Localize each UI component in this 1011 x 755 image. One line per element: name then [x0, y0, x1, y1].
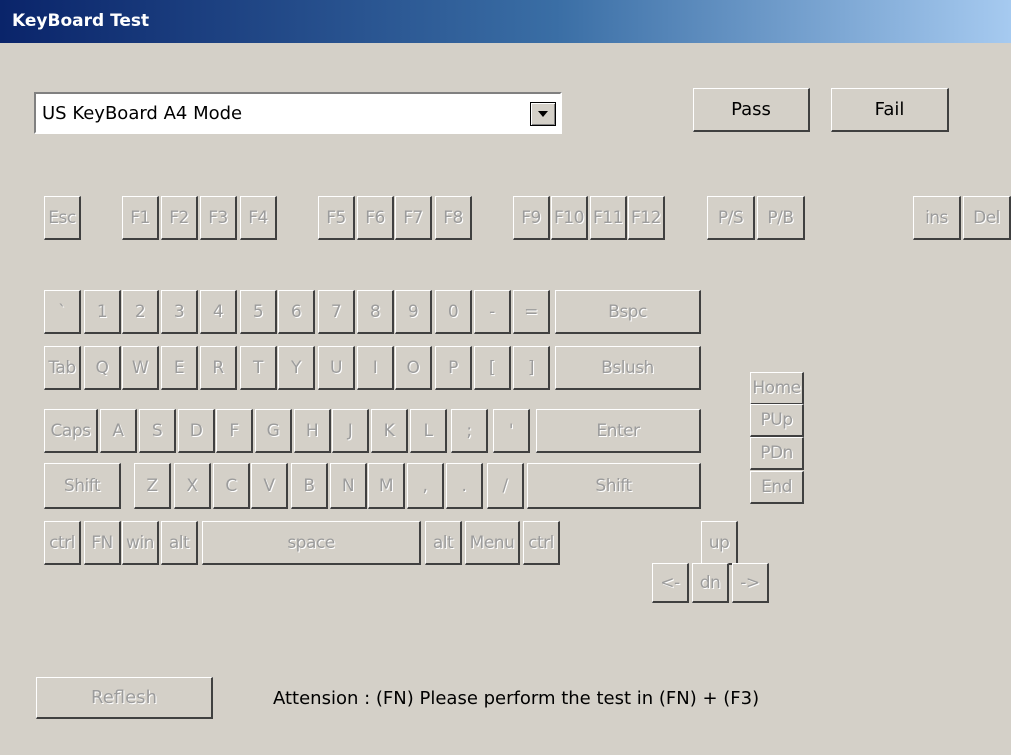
key-u: U [318, 346, 355, 390]
key-caps: Caps [44, 409, 98, 453]
key-bspc: Bspc [555, 290, 701, 334]
key-pb: P/B [757, 196, 805, 240]
key-f9: F9 [513, 196, 550, 240]
key-ps: P/S [707, 196, 755, 240]
key-d: D [178, 409, 215, 453]
key-0: 0 [435, 290, 472, 334]
key-space: space [202, 521, 421, 565]
keyboard-layout-select[interactable]: US KeyBoard A4 Mode [34, 92, 562, 134]
key-f: F [216, 409, 253, 453]
key-9: 9 [395, 290, 432, 334]
key-home: Home [750, 372, 804, 405]
key-rbracket: ] [513, 346, 550, 390]
key-f4: F4 [240, 196, 277, 240]
key-e: E [161, 346, 198, 390]
key-t: T [240, 346, 277, 390]
key-rshift: Shift [527, 463, 701, 509]
key-f10: F10 [551, 196, 588, 240]
keyboard-layout-value: US KeyBoard A4 Mode [42, 103, 243, 124]
key-left: <- [652, 563, 689, 603]
key-w: W [122, 346, 159, 390]
key-l: L [410, 409, 447, 453]
key-p: P [435, 346, 472, 390]
key-semicolon: ; [451, 409, 488, 453]
key-7: 7 [318, 290, 355, 334]
key-esc: Esc [44, 196, 81, 240]
key-x: X [174, 463, 211, 509]
key-fn: FN [84, 521, 121, 565]
key-backtick: ` [44, 290, 81, 334]
key-k: K [371, 409, 408, 453]
key-a: A [100, 409, 137, 453]
key-down: dn [692, 563, 729, 603]
fail-button[interactable]: Fail [831, 88, 949, 132]
key-lalt: alt [161, 521, 198, 565]
attention-text: Attension : (FN) Please perform the test… [273, 688, 760, 709]
key-f12: F12 [628, 196, 665, 240]
key-s: S [139, 409, 176, 453]
pass-button[interactable]: Pass [693, 88, 810, 132]
key-4: 4 [200, 290, 237, 334]
key-f5: F5 [318, 196, 355, 240]
key-right: -> [732, 563, 769, 603]
refresh-button[interactable]: Reflesh [36, 677, 213, 719]
key-enter: Enter [536, 409, 701, 453]
key-f7: F7 [395, 196, 432, 240]
key-rctrl: ctrl [523, 521, 560, 565]
key-b: B [291, 463, 328, 509]
window-title: KeyBoard Test [12, 11, 150, 31]
key-up: up [701, 521, 738, 565]
key-6: 6 [278, 290, 315, 334]
key-f6: F6 [357, 196, 394, 240]
key-5: 5 [240, 290, 277, 334]
key-g: G [255, 409, 292, 453]
key-lctrl: ctrl [44, 521, 81, 565]
key-1: 1 [84, 290, 121, 334]
key-f1: F1 [122, 196, 159, 240]
key-8: 8 [357, 290, 394, 334]
key-c: C [213, 463, 250, 509]
chevron-down-icon[interactable] [530, 102, 556, 126]
key-3: 3 [161, 290, 198, 334]
key-n: N [330, 463, 367, 509]
key-ins: ins [913, 196, 961, 240]
key-minus: - [474, 290, 511, 334]
key-f8: F8 [435, 196, 472, 240]
key-j: J [332, 409, 369, 453]
key-bslush: Bslush [555, 346, 701, 390]
key-end: End [750, 471, 804, 504]
key-f11: F11 [590, 196, 627, 240]
key-f3: F3 [200, 196, 237, 240]
title-bar: KeyBoard Test [0, 0, 1011, 43]
key-f2: F2 [161, 196, 198, 240]
key-v: V [251, 463, 288, 509]
key-quote: ' [493, 409, 530, 453]
key-y: Y [278, 346, 315, 390]
key-tab: Tab [44, 346, 81, 390]
key-period: . [446, 463, 483, 509]
key-h: H [294, 409, 331, 453]
key-del: Del [963, 196, 1011, 240]
key-2: 2 [122, 290, 159, 334]
key-ralt: alt [425, 521, 462, 565]
key-win: win [122, 521, 159, 565]
key-m: M [368, 463, 405, 509]
key-z: Z [134, 463, 171, 509]
key-r: R [200, 346, 237, 390]
key-o: O [395, 346, 432, 390]
key-slash: / [487, 463, 524, 509]
key-lshift: Shift [44, 463, 121, 509]
key-pdn: PDn [750, 437, 804, 470]
key-pup: PUp [750, 404, 804, 437]
key-i: I [357, 346, 394, 390]
key-q: Q [84, 346, 121, 390]
key-lbracket: [ [474, 346, 511, 390]
key-menu: Menu [465, 521, 520, 565]
key-equal: = [513, 290, 550, 334]
key-comma: , [407, 463, 444, 509]
